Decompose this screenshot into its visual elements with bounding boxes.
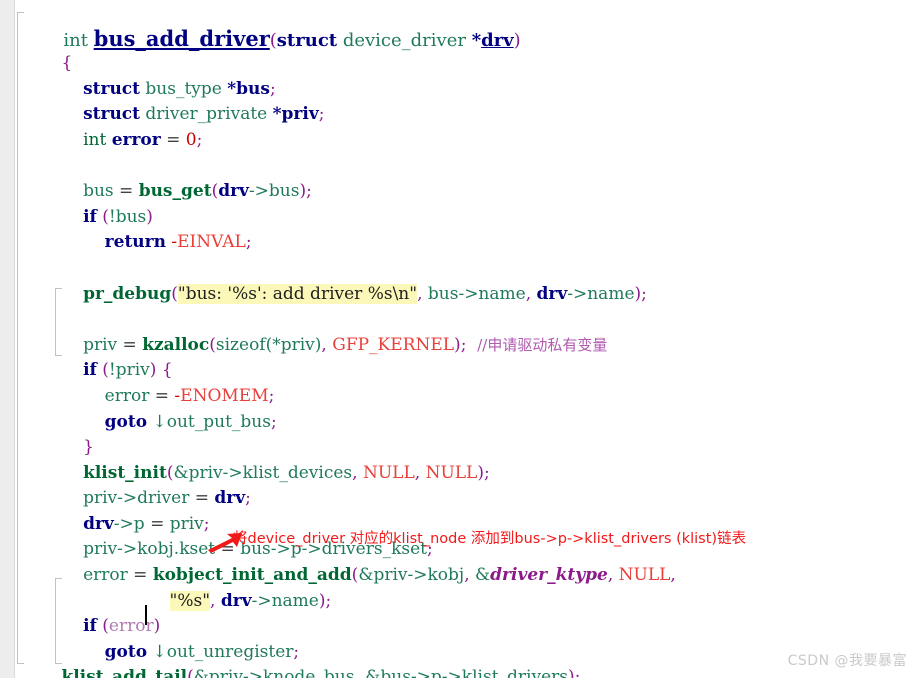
- code-line-return-einval[interactable]: return -EINVAL;: [15, 205, 919, 252]
- code-line-decl-bus[interactable]: struct bus_type *bus;: [15, 51, 919, 99]
- code-line-klist-add-tail[interactable]: klist_add_tail(&priv->knode_bus, &bus->p…: [15, 640, 919, 678]
- code-line-decl-error[interactable]: int error = 0;: [15, 102, 919, 150]
- code-line-bus-get[interactable]: bus = bus_get(drv->bus);: [15, 154, 919, 201]
- code-line-error-enomem[interactable]: error = -ENOMEM;: [15, 358, 919, 406]
- code-line-if-autoprobe[interactable]: if (drv->bus->p->drivers_autoprobe) {: [15, 665, 919, 678]
- editor-gutter[interactable]: [0, 0, 15, 678]
- code-line-goto-out-put-bus[interactable]: goto ↓out_put_bus;: [15, 384, 919, 432]
- code-editor-screenshot: int bus_add_driver(struct device_driver …: [0, 0, 919, 678]
- code-line-drv-p[interactable]: drv->p = priv;: [15, 486, 919, 534]
- annotation-text: 将device_driver 对应的klist_node 添加到bus->p->…: [233, 531, 747, 547]
- code-line-if-error-1[interactable]: if (error): [15, 589, 919, 636]
- code-line-pr-debug[interactable]: pr_debug("bus: '%s': add driver %s\n", b…: [15, 256, 919, 304]
- code-line-blank[interactable]: [15, 230, 919, 256]
- code-line-decl-priv[interactable]: struct driver_private *priv;: [15, 77, 919, 124]
- code-line-signature[interactable]: int bus_add_driver(struct device_driver …: [15, 0, 919, 51]
- text-caret: [145, 605, 147, 625]
- code-line-close-brace[interactable]: }: [15, 410, 919, 457]
- code-line-goto-out-unregister-1[interactable]: goto ↓out_unregister;: [15, 614, 919, 662]
- csdn-watermark: CSDN @我要暴富: [787, 653, 907, 669]
- code-line-if-not-bus[interactable]: if (!bus): [15, 179, 919, 227]
- code-line-blank[interactable]: [15, 128, 919, 154]
- code-surface[interactable]: int bus_add_driver(struct device_driver …: [15, 0, 919, 678]
- code-line-blank[interactable]: [15, 282, 919, 308]
- code-line-priv-driver[interactable]: priv->driver = drv;: [15, 461, 919, 508]
- code-line-open-brace[interactable]: {: [15, 26, 919, 73]
- code-line-if-not-priv[interactable]: if (!priv) {: [15, 333, 919, 380]
- code-line-kobject-args-cont[interactable]: "%s", drv->name);: [15, 563, 919, 611]
- code-line-kzalloc[interactable]: priv = kzalloc(sizeof(*priv), GFP_KERNEL…: [15, 307, 919, 355]
- code-line-klist-init[interactable]: klist_init(&priv->klist_devices, NULL, N…: [15, 435, 919, 483]
